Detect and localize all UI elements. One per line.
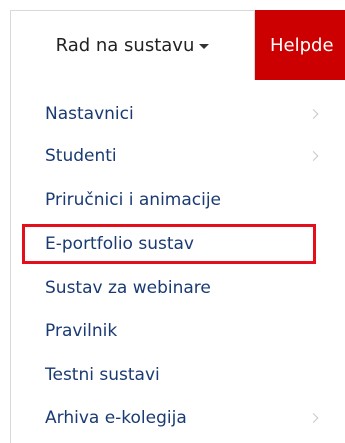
top-navbar: Rad na sustavu Helpde [0, 0, 345, 80]
menu-item-testni-sustavi[interactable]: Testni sustavi [45, 355, 335, 395]
chevron-right-icon [308, 151, 319, 161]
menu-item-label: Sustav za webinare [45, 278, 211, 298]
menu-item-label: Testni sustavi [45, 365, 160, 385]
nav-menu-helpdesk-label: Helpde [270, 34, 334, 56]
menu-item-prirucnici-i-animacije[interactable]: Priručnici i animacije [45, 180, 335, 220]
nav-menu-label: Rad na sustavu [55, 35, 195, 56]
menu-item-arhiva-e-kolegija[interactable]: Arhiva e-kolegija [45, 398, 335, 438]
menu-item-label: Arhiva e-kolegija [45, 408, 187, 428]
menu-item-label: Priručnici i animacije [45, 190, 222, 210]
nav-menu-rad-na-sustavu[interactable]: Rad na sustavu [10, 10, 255, 80]
menu-item-label: Nastavnici [45, 104, 134, 124]
menu-item-nastavnici[interactable]: Nastavnici [45, 94, 335, 134]
screenshot-stage: Rad na sustavu Helpde Nastavnici Student… [0, 0, 345, 443]
menu-item-label: E-portfolio sustav [45, 234, 194, 254]
menu-item-e-portfolio-sustav[interactable]: E-portfolio sustav [45, 224, 335, 264]
menu-item-studenti[interactable]: Studenti [45, 136, 335, 176]
menu-item-sustav-za-webinare[interactable]: Sustav za webinare [45, 268, 335, 308]
dropdown-menu: Nastavnici Studenti Priručnici i animaci… [10, 80, 345, 443]
menu-item-label: Studenti [45, 146, 117, 166]
menu-item-label: Pravilnik [45, 321, 118, 341]
chevron-right-icon [308, 109, 319, 119]
nav-menu-helpdesk[interactable]: Helpde [255, 10, 345, 80]
caret-down-icon [199, 44, 210, 49]
menu-item-pravilnik[interactable]: Pravilnik [45, 311, 335, 351]
chevron-right-icon [308, 413, 319, 423]
